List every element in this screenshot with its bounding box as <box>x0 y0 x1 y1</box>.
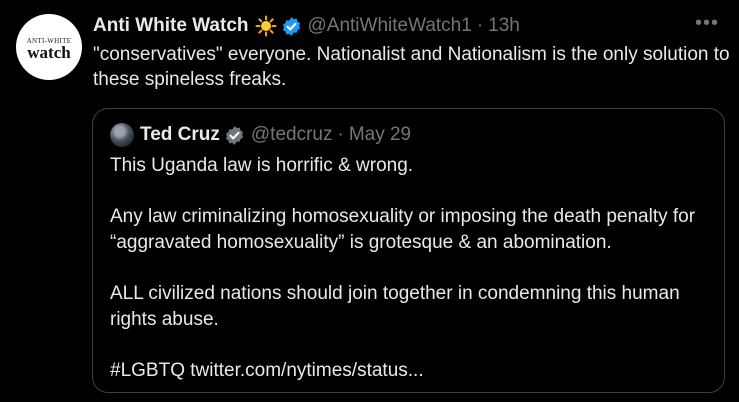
sun-emoji-icon <box>255 15 277 37</box>
quoted-tweet-header: Ted Cruz @tedcruz · May 29 <box>110 122 411 148</box>
user-handle[interactable]: @AntiWhiteWatch1 <box>308 15 472 37</box>
quoted-separator-dot: · <box>337 124 344 145</box>
display-name[interactable]: Anti White Watch <box>93 15 249 37</box>
tweet-text: "conservatives" everyone. Nationalist an… <box>93 44 730 90</box>
timestamp[interactable]: 13h <box>488 15 520 37</box>
quoted-verified-badge-icon[interactable] <box>224 125 245 146</box>
quoted-link-line[interactable]: #LGBTQ twitter.com/nytimes/status... <box>110 358 715 384</box>
avatar[interactable]: ANTI-WHITE watch <box>16 14 82 80</box>
avatar-logo-text: watch <box>27 43 71 62</box>
quoted-paragraph: This Uganda law is horrific & wrong. <box>110 155 414 176</box>
verified-badge-icon[interactable] <box>281 16 302 37</box>
more-options-icon[interactable]: ••• <box>695 13 719 33</box>
quoted-paragraph: ALL civilized nations should join togeth… <box>110 283 680 330</box>
quoted-user-handle[interactable]: @tedcruz <box>251 124 333 146</box>
separator-dot: · <box>476 15 484 36</box>
quoted-avatar[interactable] <box>110 123 134 147</box>
tweet-header: Anti White Watch @AntiWhiteWatch1 · 13h … <box>93 13 719 39</box>
quoted-date[interactable]: May 29 <box>349 124 411 146</box>
quoted-tweet-text: This Uganda law is horrific & wrong. Any… <box>110 153 715 384</box>
tweet-card[interactable]: ANTI-WHITE watch Anti White Watch @AntiW… <box>0 0 739 402</box>
quoted-paragraph: Any law criminalizing homosexuality or i… <box>110 206 696 253</box>
quoted-display-name[interactable]: Ted Cruz <box>140 124 220 146</box>
quoted-tweet[interactable]: Ted Cruz @tedcruz · May 29 This Uganda l… <box>92 108 725 393</box>
